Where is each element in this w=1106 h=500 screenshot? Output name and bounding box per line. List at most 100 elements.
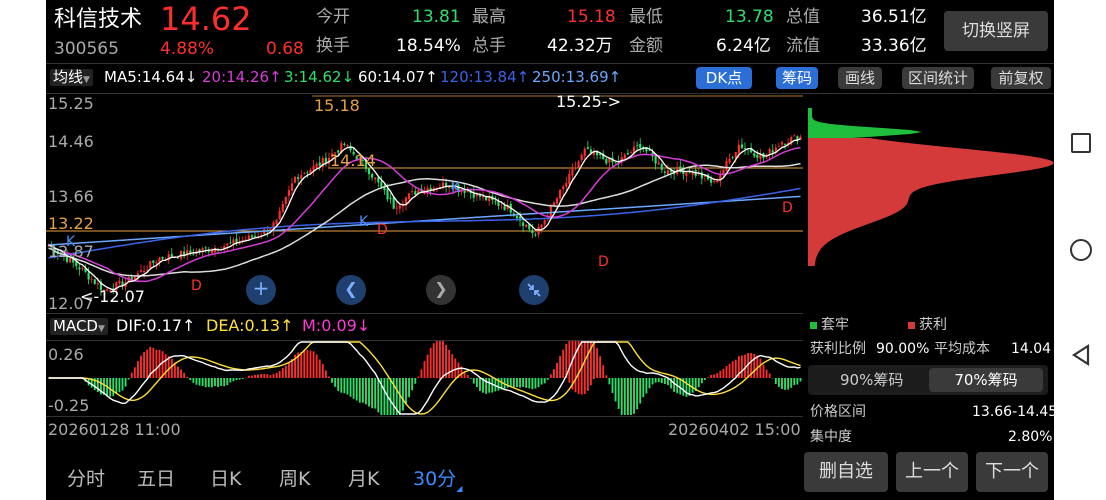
candle-body bbox=[170, 254, 173, 257]
avg-cost-value: 14.04 bbox=[1011, 341, 1052, 357]
tab-weekly-k[interactable]: 周K bbox=[279, 464, 310, 491]
macd-bar bbox=[525, 378, 528, 388]
tab-70-chips[interactable]: 70%筹码 bbox=[929, 368, 1043, 392]
volume-value: 42.32万 bbox=[547, 36, 613, 56]
candle-body bbox=[293, 176, 297, 183]
candle-body bbox=[466, 191, 469, 193]
macd-bar bbox=[593, 341, 595, 380]
macd-bar bbox=[368, 378, 370, 407]
macd-bar bbox=[509, 378, 512, 387]
macd-selector[interactable]: MACD▼ bbox=[50, 318, 108, 335]
collapse-button[interactable] bbox=[519, 275, 549, 305]
candle-body bbox=[142, 270, 146, 273]
macd-bar bbox=[358, 378, 361, 403]
macd-bar bbox=[214, 378, 216, 387]
macd-bar bbox=[719, 370, 722, 378]
macd-bar bbox=[716, 373, 719, 378]
macd-bar bbox=[475, 378, 478, 388]
tab-daily-k[interactable]: 日K bbox=[210, 464, 241, 491]
collapse-icon bbox=[527, 283, 541, 297]
scroll-right-button[interactable]: ❯ bbox=[426, 275, 456, 305]
zoom-in-button[interactable]: + bbox=[246, 275, 276, 305]
macd-bar bbox=[337, 378, 340, 391]
macd-bar bbox=[411, 378, 414, 391]
next-stock-button[interactable]: 下一个 bbox=[976, 452, 1048, 492]
macd-bar bbox=[765, 369, 768, 378]
candle-body bbox=[371, 174, 374, 178]
candle-body bbox=[149, 260, 152, 268]
macd-chart[interactable] bbox=[46, 341, 803, 415]
tab-monthly-k[interactable]: 月K bbox=[348, 464, 379, 491]
period-tabs: 分时 五日 日K 周K 月K 30分◢ bbox=[46, 450, 806, 500]
macd-bar bbox=[361, 378, 364, 403]
candle-body bbox=[494, 201, 497, 203]
candle-body bbox=[395, 207, 398, 209]
macd-bar bbox=[309, 350, 312, 378]
macd-bar bbox=[697, 378, 700, 388]
candle-body bbox=[614, 162, 617, 164]
forward-adjust-button[interactable]: 前复权 bbox=[991, 67, 1051, 89]
tab-90-chips[interactable]: 90%筹码 bbox=[840, 373, 903, 388]
d-marker: D bbox=[377, 222, 388, 238]
macd-bar bbox=[272, 374, 275, 378]
macd-bar bbox=[389, 378, 392, 415]
candle-body bbox=[525, 224, 528, 228]
chips-button[interactable]: 筹码 bbox=[776, 67, 818, 89]
macd-bar bbox=[146, 349, 149, 378]
tab-intraday[interactable]: 分时 bbox=[67, 464, 105, 491]
high-value: 15.18 bbox=[567, 7, 616, 27]
candle-body bbox=[253, 235, 257, 237]
dk-point-button[interactable]: DK点 bbox=[696, 67, 752, 89]
macd-bar bbox=[543, 378, 546, 384]
remove-watchlist-button[interactable]: 删自选 bbox=[804, 452, 888, 492]
stock-name: 科信技术 bbox=[54, 7, 143, 32]
candle-body bbox=[300, 175, 303, 179]
candle-body bbox=[389, 197, 392, 200]
macd-bar bbox=[170, 358, 173, 378]
macd-bar bbox=[642, 378, 645, 398]
recents-icon[interactable] bbox=[1071, 133, 1091, 153]
tab-30min[interactable]: 30分◢ bbox=[413, 464, 462, 493]
avg-cost-label: 平均成本 bbox=[934, 341, 990, 357]
macd-bar bbox=[109, 378, 112, 397]
candle-body bbox=[537, 226, 540, 235]
macd-bar bbox=[281, 368, 284, 378]
scroll-left-button[interactable]: ❮ bbox=[336, 275, 366, 305]
macd-bar bbox=[152, 347, 155, 378]
macd-bar bbox=[383, 378, 386, 415]
macd-bar bbox=[556, 362, 558, 378]
macd-bar bbox=[426, 354, 429, 378]
date-start: 20260128 11:00 bbox=[48, 420, 181, 439]
macd-bar bbox=[349, 378, 352, 397]
d-marker: D bbox=[782, 200, 793, 216]
macd-bar bbox=[195, 378, 198, 385]
macd-bar bbox=[774, 378, 777, 384]
switch-portrait-button[interactable]: 切换竖屏 bbox=[944, 11, 1048, 51]
profit-ratio-label: 获利比例 bbox=[810, 341, 866, 357]
macd-bar bbox=[328, 376, 330, 378]
kline-chart[interactable]: D D D D K K K bbox=[46, 94, 803, 312]
macd-bar bbox=[731, 361, 734, 378]
range-stats-button[interactable]: 区间统计 bbox=[902, 67, 974, 89]
candle-body bbox=[562, 186, 565, 190]
candle-body bbox=[152, 260, 155, 263]
macd-bar bbox=[140, 355, 142, 378]
candle-body bbox=[543, 220, 546, 225]
support-price-mark: 13.22 bbox=[48, 214, 94, 233]
draw-line-button[interactable]: 画线 bbox=[838, 67, 882, 89]
macd-bar bbox=[512, 378, 515, 388]
tab-five-day[interactable]: 五日 bbox=[137, 464, 175, 491]
legend-swatch-green bbox=[810, 322, 817, 329]
macd-bar bbox=[636, 378, 639, 410]
macd-bar bbox=[568, 341, 571, 383]
back-icon[interactable] bbox=[1070, 343, 1092, 367]
macd-bar bbox=[204, 378, 207, 388]
ma-selector[interactable]: 均线▼ bbox=[50, 69, 93, 86]
candle-body bbox=[605, 158, 608, 164]
previous-stock-button[interactable]: 上一个 bbox=[896, 452, 968, 492]
home-icon[interactable] bbox=[1070, 239, 1092, 261]
android-nav-bar bbox=[1054, 0, 1106, 500]
macd-bar bbox=[324, 370, 327, 378]
candle-body bbox=[552, 202, 556, 206]
macd-bar bbox=[762, 364, 765, 378]
